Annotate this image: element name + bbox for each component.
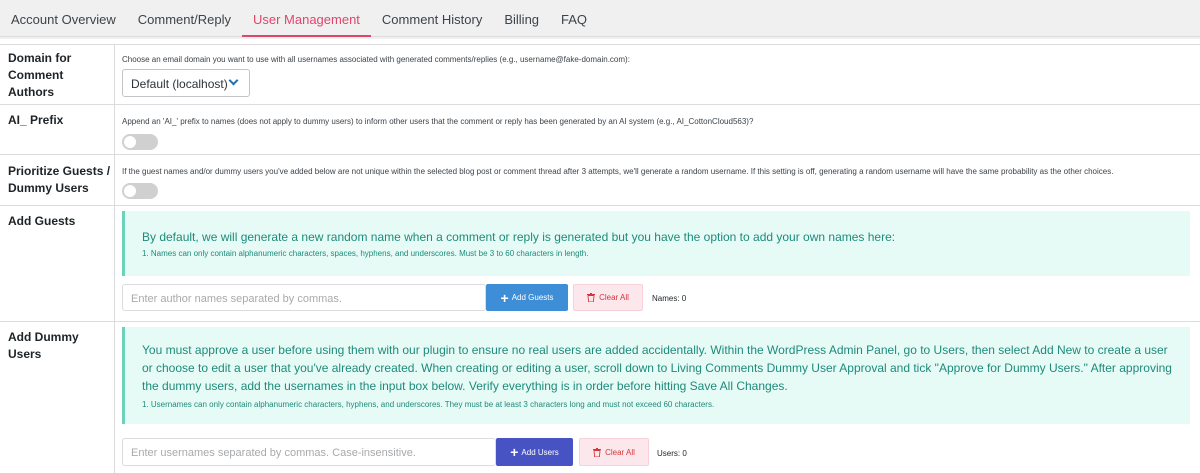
prioritize-description: If the guest names and/or dummy users yo…: [122, 167, 1114, 176]
add-dummy-users-row: Add Dummy Users You must approve a user …: [0, 321, 1200, 473]
guests-notice-text: By default, we will generate a new rando…: [142, 230, 896, 244]
trash-icon: [593, 447, 602, 457]
prioritize-toggle[interactable]: [122, 183, 158, 199]
settings-table: Domain for Comment Authors Choose an ema…: [0, 39, 1200, 473]
dummy-users-notice-rule: 1. Usernames can only contain alphanumer…: [142, 400, 715, 409]
tab-comment-history[interactable]: Comment History: [371, 0, 493, 37]
prioritize-row: Prioritize Guests / Dummy Users If the g…: [0, 154, 1200, 205]
add-guests-button[interactable]: + Add Guests: [486, 284, 568, 311]
divider: [114, 45, 115, 104]
tab-account-overview[interactable]: Account Overview: [0, 0, 127, 37]
add-dummy-users-label: Add Dummy Users: [8, 330, 79, 361]
clear-users-button[interactable]: Clear All: [579, 438, 649, 466]
clear-users-button-label: Clear All: [605, 447, 635, 457]
domain-select[interactable]: Default (localhost): [122, 69, 250, 97]
add-guests-button-label: Add Guests: [511, 293, 554, 302]
domain-select-value: Default (localhost): [131, 77, 228, 91]
dummy-users-notice: You must approve a user before using the…: [122, 327, 1190, 424]
prioritize-label: Prioritize Guests / Dummy Users: [8, 164, 111, 195]
tab-user-management[interactable]: User Management: [241, 0, 371, 37]
clear-guests-button-label: Clear All: [599, 293, 629, 302]
divider: [114, 105, 115, 154]
guests-notice: By default, we will generate a new rando…: [122, 211, 1190, 276]
guests-notice-rule: 1. Names can only contain alphanumeric c…: [142, 249, 589, 258]
chevron-down-icon: [228, 75, 239, 86]
tab-billing[interactable]: Billing: [493, 0, 550, 37]
trash-icon: [587, 293, 596, 302]
plus-icon: +: [510, 444, 519, 460]
tab-comment-reply[interactable]: Comment/Reply: [127, 0, 242, 37]
ai-prefix-toggle[interactable]: [122, 134, 158, 150]
add-users-button-label: Add Users: [521, 447, 559, 457]
ai-prefix-description: Append an 'AI_' prefix to names (does no…: [122, 117, 754, 126]
add-guests-row: Add Guests By default, we will generate …: [0, 205, 1200, 321]
toggle-knob: [124, 185, 136, 197]
dummy-users-notice-text: You must approve a user before using the…: [142, 343, 1172, 393]
domain-description: Choose an email domain you want to use w…: [122, 55, 630, 64]
domain-row: Domain for Comment Authors Choose an ema…: [0, 44, 1200, 104]
ai-prefix-label: AI_ Prefix: [8, 113, 64, 127]
domain-label: Domain for Comment Authors: [8, 51, 72, 99]
ai-prefix-row: AI_ Prefix Append an 'AI_' prefix to nam…: [0, 104, 1200, 154]
add-guests-label: Add Guests: [8, 214, 76, 228]
guest-names-input[interactable]: Enter author names separated by commas.: [122, 284, 486, 311]
divider: [114, 155, 115, 205]
add-users-button[interactable]: + Add Users: [496, 438, 573, 466]
names-count: Names: 0: [652, 294, 687, 303]
divider: [114, 206, 115, 321]
tab-bar: Account Overview Comment/Reply User Mana…: [0, 0, 1200, 37]
plus-icon: +: [500, 289, 509, 306]
tab-faq[interactable]: FAQ: [550, 0, 598, 37]
dummy-usernames-input[interactable]: Enter usernames separated by commas. Cas…: [122, 438, 496, 466]
clear-guests-button[interactable]: Clear All: [573, 284, 643, 311]
users-count: Users: 0: [657, 449, 687, 458]
divider: [114, 322, 115, 473]
toggle-knob: [124, 136, 136, 148]
